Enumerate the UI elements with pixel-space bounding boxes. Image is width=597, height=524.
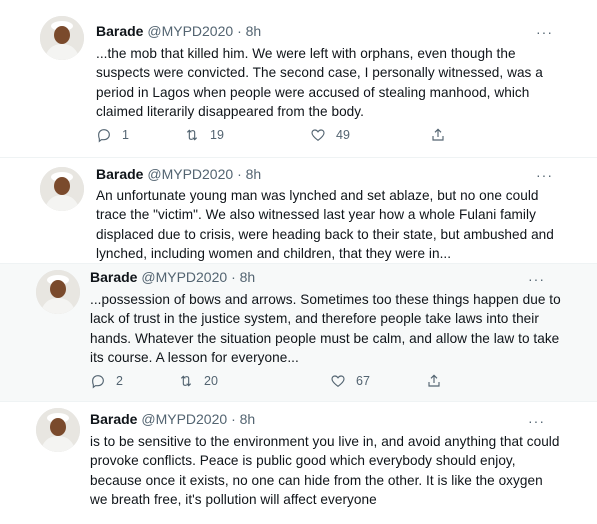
author-name[interactable]: Barade [96, 23, 143, 39]
timestamp[interactable]: 8h [240, 269, 256, 285]
tweet-header: Barade @MYPD2020 · 8h [90, 410, 255, 428]
more-icon[interactable]: ··· [528, 414, 545, 428]
reply-count: 1 [122, 128, 129, 142]
like-count: 67 [356, 374, 370, 388]
tweet-text: An unfortunate young man was lynched and… [96, 188, 554, 262]
retweet-button[interactable]: 19 [184, 126, 224, 144]
share-button[interactable] [426, 372, 442, 390]
share-icon [428, 374, 440, 387]
separator-dot: · [237, 23, 242, 39]
timestamp[interactable]: 8h [246, 166, 262, 182]
timestamp[interactable]: 8h [246, 23, 262, 39]
tweet-header: Barade @MYPD2020 · 8h [96, 165, 261, 183]
author-handle[interactable]: @MYPD2020 [147, 166, 233, 182]
tweet-actions: 2 20 67 [90, 372, 550, 390]
tweet[interactable]: Barade @MYPD2020 · 8h ··· is to be sensi… [0, 402, 597, 524]
timestamp[interactable]: 8h [240, 411, 256, 427]
retweet-icon [180, 375, 192, 387]
avatar-image [40, 16, 84, 60]
heart-icon [311, 129, 325, 142]
tweet[interactable]: Barade @MYPD2020 · 8h ··· ...the mob tha… [0, 0, 597, 158]
more-icon[interactable]: ··· [536, 168, 553, 182]
heart-icon [331, 375, 345, 388]
author-name[interactable]: Barade [90, 411, 137, 427]
tweet-header: Barade @MYPD2020 · 8h [96, 22, 261, 40]
like-button[interactable]: 67 [330, 372, 370, 390]
tweet-header: Barade @MYPD2020 · 8h [90, 268, 255, 286]
avatar[interactable] [40, 16, 84, 60]
share-button[interactable] [430, 126, 446, 144]
author-handle[interactable]: @MYPD2020 [141, 411, 227, 427]
retweet-count: 19 [210, 128, 224, 142]
avatar[interactable] [40, 167, 84, 211]
tweet[interactable]: Barade @MYPD2020 · 8h ··· An unfortunate… [0, 158, 597, 264]
tweet-text: ...the mob that killed him. We were left… [96, 46, 543, 120]
author-name[interactable]: Barade [96, 166, 143, 182]
avatar-image [40, 167, 84, 211]
reply-count: 2 [116, 374, 123, 388]
avatar[interactable] [36, 270, 80, 314]
separator-dot: · [231, 269, 236, 285]
tweet-actions: 1 19 49 [96, 126, 556, 144]
tweet[interactable]: Barade @MYPD2020 · 8h ··· ...possession … [0, 264, 597, 402]
separator-dot: · [231, 411, 236, 427]
avatar[interactable] [36, 408, 80, 452]
tweet-text: is to be sensitive to the environment yo… [90, 434, 560, 508]
retweet-icon [186, 129, 198, 141]
author-handle[interactable]: @MYPD2020 [147, 23, 233, 39]
share-icon [432, 128, 444, 141]
reply-icon [92, 375, 104, 389]
author-handle[interactable]: @MYPD2020 [141, 269, 227, 285]
reply-button[interactable]: 2 [90, 372, 123, 390]
separator-dot: · [237, 166, 242, 182]
like-count: 49 [336, 128, 350, 142]
avatar-image [36, 408, 80, 452]
more-icon[interactable]: ··· [528, 272, 545, 286]
retweet-button[interactable]: 20 [178, 372, 218, 390]
tweet-thread: Barade @MYPD2020 · 8h ··· ...the mob tha… [0, 0, 597, 524]
more-icon[interactable]: ··· [536, 25, 553, 39]
like-button[interactable]: 49 [310, 126, 350, 144]
tweet-text: ...possession of bows and arrows. Someti… [90, 292, 561, 366]
author-name[interactable]: Barade [90, 269, 137, 285]
reply-icon [98, 129, 110, 143]
reply-button[interactable]: 1 [96, 126, 129, 144]
retweet-count: 20 [204, 374, 218, 388]
avatar-image [36, 270, 80, 314]
